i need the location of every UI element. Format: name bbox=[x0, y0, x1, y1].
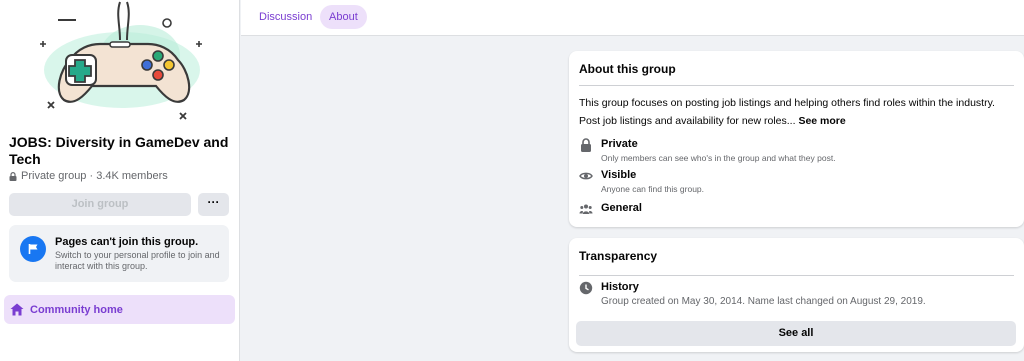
transparency-card-title: Transparency bbox=[579, 249, 658, 263]
group-name: JOBS: Diversity in GameDev and Tech bbox=[9, 134, 229, 167]
tab-discussion[interactable]: Discussion bbox=[250, 5, 321, 29]
lock-icon bbox=[9, 171, 17, 181]
pages-notice: Pages can't join this group. Switch to y… bbox=[9, 225, 229, 282]
see-more-link[interactable]: See more bbox=[798, 115, 845, 127]
info-title: General bbox=[601, 202, 642, 214]
gamepad-cover-illustration bbox=[40, 1, 202, 120]
about-card: About this group This group focuses on p… bbox=[569, 51, 1024, 227]
more-options-button[interactable]: ··· bbox=[198, 193, 229, 216]
divider bbox=[579, 85, 1014, 86]
group-sidebar: JOBS: Diversity in GameDev and Tech Priv… bbox=[0, 0, 240, 361]
about-card-title: About this group bbox=[579, 62, 676, 76]
flag-icon bbox=[20, 236, 46, 262]
group-meta-text: Private group · 3.4K members bbox=[21, 170, 168, 182]
transparency-card: Transparency History Group created on Ma… bbox=[569, 238, 1024, 352]
community-home-link[interactable]: Community home bbox=[4, 295, 235, 324]
community-home-label: Community home bbox=[30, 303, 123, 316]
history-title: History bbox=[601, 281, 639, 293]
people-icon bbox=[579, 204, 593, 214]
pages-notice-description: Switch to your personal profile to join … bbox=[55, 250, 220, 271]
info-title: Private bbox=[601, 138, 638, 150]
pages-notice-title: Pages can't join this group. bbox=[55, 236, 199, 248]
clock-icon bbox=[579, 281, 593, 295]
lock-icon bbox=[581, 138, 591, 152]
see-all-button[interactable]: See all bbox=[576, 321, 1016, 346]
info-title: Visible bbox=[601, 169, 637, 181]
tab-about[interactable]: About bbox=[320, 5, 367, 29]
info-subtitle: Only members can see who's in the group … bbox=[601, 153, 836, 163]
join-group-button[interactable]: Join group bbox=[9, 193, 191, 216]
history-text: Group created on May 30, 2014. Name last… bbox=[601, 296, 926, 307]
home-icon bbox=[10, 303, 24, 316]
about-description-2: Post job listings and availability for n… bbox=[579, 115, 796, 127]
divider bbox=[579, 275, 1014, 276]
group-privacy-meta: Private group · 3.4K members bbox=[9, 170, 168, 182]
info-subtitle: Anyone can find this group. bbox=[601, 184, 705, 194]
about-description-more: Post job listings and availability for n… bbox=[579, 115, 846, 127]
eye-icon bbox=[579, 172, 593, 180]
group-tab-bar: Discussion About bbox=[241, 0, 1024, 36]
about-description: This group focuses on posting job listin… bbox=[579, 97, 995, 109]
